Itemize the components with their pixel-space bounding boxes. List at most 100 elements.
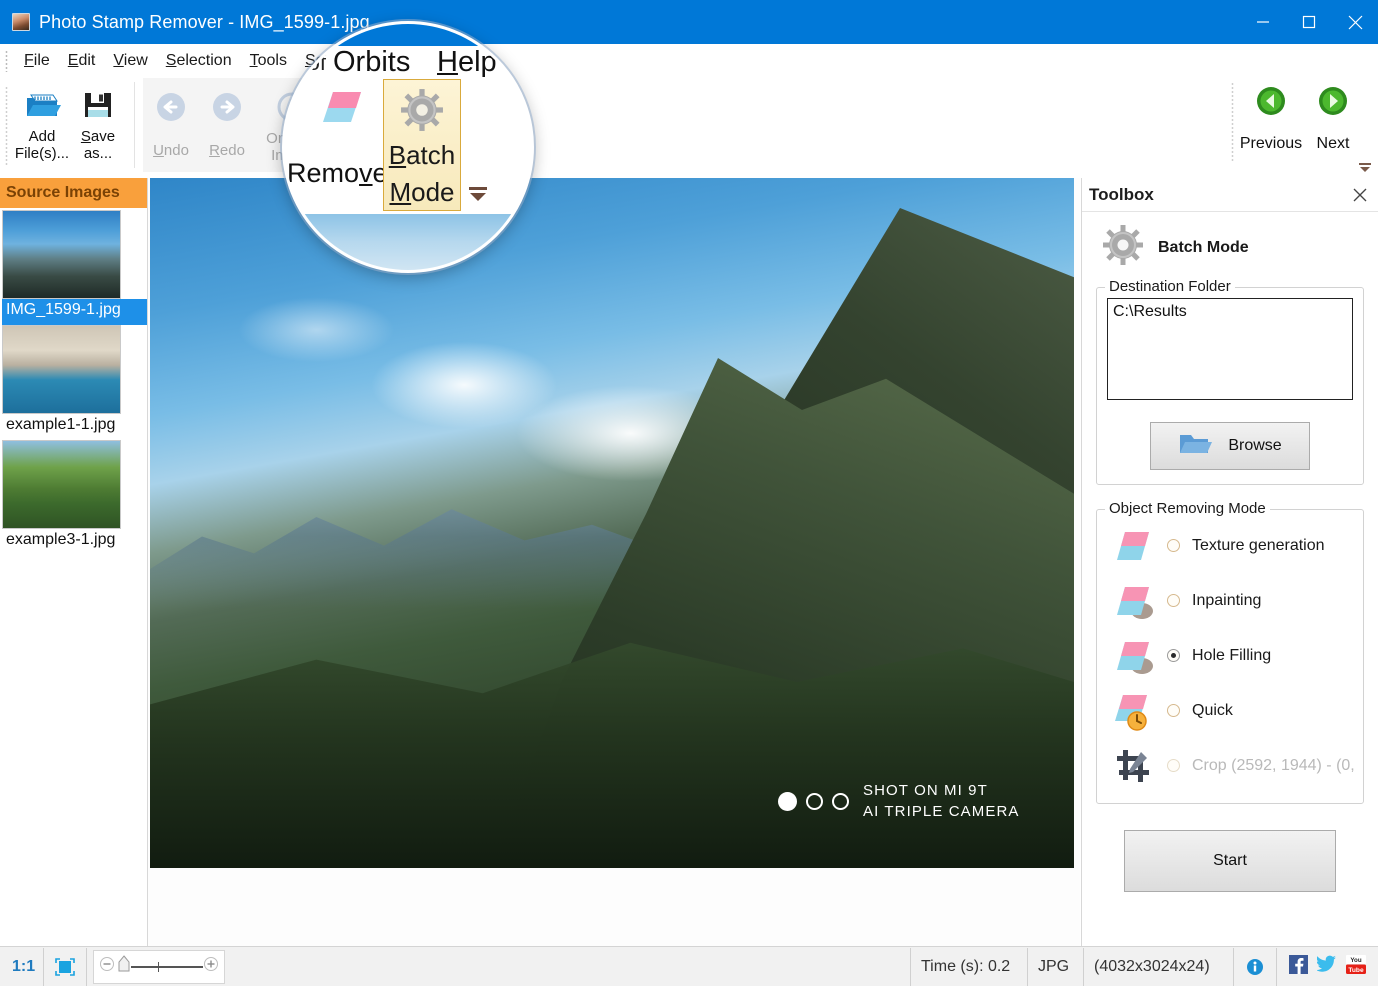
zoom-out-icon[interactable] <box>99 956 115 977</box>
destination-folder-input[interactable] <box>1107 298 1353 400</box>
next-button[interactable]: Next <box>1302 80 1364 153</box>
title-bar: Photo Stamp Remover - IMG_1599-1.jpg <box>0 0 1378 44</box>
gear-icon <box>400 88 444 137</box>
menu-view[interactable]: View <box>104 50 156 72</box>
start-button[interactable]: Start <box>1124 830 1336 892</box>
radio-texture-generation[interactable] <box>1167 539 1180 552</box>
save-as-button[interactable]: Save as... <box>70 78 126 170</box>
dropdown-arrow-icon[interactable] <box>467 184 489 209</box>
mode-accel: M <box>389 177 412 207</box>
info-icon[interactable] <box>1234 947 1277 986</box>
preview-image[interactable]: SHOT ON MI 9T AI TRIPLE CAMERA <box>150 178 1074 868</box>
nav-grip[interactable] <box>1231 82 1234 162</box>
toolbar-overflow-icon[interactable] <box>1358 160 1372 174</box>
menu-file[interactable]: File <box>15 50 59 72</box>
menu-selection[interactable]: Selection <box>157 50 241 72</box>
mode-option-inpainting[interactable]: Inpainting <box>1105 573 1355 628</box>
list-item[interactable]: example3-1.jpg <box>2 440 147 555</box>
gear-icon <box>1102 224 1144 271</box>
image-canvas-area[interactable]: SHOT ON MI 9T AI TRIPLE CAMERA <box>148 178 1080 946</box>
list-item[interactable]: IMG_1599-1.jpg <box>2 210 147 325</box>
radio-inpainting[interactable] <box>1167 594 1180 607</box>
destination-folder-group: Destination Folder Browse <box>1096 278 1364 485</box>
object-removing-mode-group: Object Removing Mode Texture generation <box>1096 500 1364 804</box>
batch-label-line1: atch <box>406 140 456 170</box>
list-item[interactable]: example1-1.jpg <box>2 325 147 440</box>
magnified-remove-accel: v <box>359 158 373 188</box>
magnified-menu-orbits[interactable]: Orbits <box>333 46 410 79</box>
mode-option-hole-filling[interactable]: Hole Filling <box>1105 628 1355 683</box>
radio-crop <box>1167 759 1180 772</box>
redo-label: edo <box>219 142 245 159</box>
menu-file-label: ile <box>33 52 50 69</box>
save-as-accel: S <box>80 128 91 145</box>
folder-icon <box>1178 431 1213 462</box>
zoom-slider-handle[interactable] <box>117 955 131 978</box>
batch-label-line2: ode <box>411 177 455 207</box>
twitter-icon[interactable] <box>1315 955 1337 978</box>
thumbnail-label[interactable]: IMG_1599-1.jpg <box>2 299 147 325</box>
menu-selection-label: election <box>176 52 232 69</box>
watermark-line1: SHOT ON MI 9T <box>863 782 988 799</box>
camera-dot <box>806 792 823 810</box>
mode-label: Hole Filling <box>1192 646 1272 664</box>
menu-edit-accel: E <box>67 52 79 69</box>
zoom-in-icon[interactable] <box>203 956 219 977</box>
application-window: Photo Stamp Remover - IMG_1599-1.jpg Fil… <box>0 0 1378 986</box>
radio-quick[interactable] <box>1167 704 1180 717</box>
redo-arrow-icon <box>210 86 244 128</box>
magnified-titlebar <box>285 24 531 46</box>
menu-grip[interactable] <box>5 50 8 72</box>
magnified-menu-help[interactable]: Help <box>437 46 497 79</box>
next-label: Next <box>1316 135 1350 152</box>
add-files-button[interactable]: Add File(s)... <box>14 78 70 170</box>
close-icon[interactable] <box>1352 187 1368 203</box>
maximize-icon[interactable] <box>1286 0 1332 44</box>
start-label: Start <box>1213 852 1247 869</box>
window-controls <box>1240 0 1378 44</box>
menu-edit[interactable]: Edit <box>59 50 105 72</box>
menu-view-label: iew <box>123 52 148 69</box>
svg-text:Tube: Tube <box>1348 967 1364 974</box>
undo-button: Undo <box>143 80 199 172</box>
status-bar: 1:1 Time (s): 0.2 JPG (4032x3024x24) You… <box>0 946 1378 986</box>
next-green-arrow-icon <box>1318 86 1348 121</box>
mountain-thumbnail[interactable] <box>2 210 121 299</box>
fortress-garden-thumbnail[interactable] <box>2 440 121 529</box>
menu-file-accel: F <box>24 52 34 69</box>
zoom-ratio-label[interactable]: 1:1 <box>0 958 43 976</box>
save-icon <box>83 84 113 126</box>
toolbar-grip[interactable] <box>5 86 8 166</box>
undo-arrow-icon <box>154 86 188 128</box>
toolbox-mode-title: Batch Mode <box>1158 238 1249 256</box>
mode-option-texture-generation[interactable]: Texture generation <box>1105 518 1355 573</box>
magnified-remove-label[interactable]: Remove <box>287 158 388 189</box>
coastal-rocks-thumbnail[interactable] <box>2 325 121 414</box>
menu-bar: File Edit View Selection Tools SoftOrbit… <box>0 44 1378 78</box>
source-images-panel: Source Images IMG_1599-1.jpg example1-1.… <box>0 178 148 946</box>
magnified-menu-softorbits-prefix[interactable]: Sof <box>293 50 326 76</box>
zoom-slider[interactable] <box>93 949 226 984</box>
mode-label: Texture generation <box>1192 536 1325 554</box>
browse-button[interactable]: Browse <box>1150 422 1310 470</box>
social-links: You Tube <box>1277 954 1378 979</box>
thumbnail-label[interactable]: example3-1.jpg <box>2 529 147 555</box>
close-icon[interactable] <box>1332 0 1378 44</box>
toolbox-header: Toolbox <box>1082 178 1378 212</box>
add-files-icon <box>23 84 61 126</box>
minimize-icon[interactable] <box>1240 0 1286 44</box>
object-removing-mode-legend: Object Removing Mode <box>1105 500 1270 517</box>
svg-text:You: You <box>1350 957 1361 964</box>
mode-option-quick[interactable]: Quick <box>1105 683 1355 738</box>
mode-label: Quick <box>1192 701 1233 719</box>
youtube-icon[interactable]: You Tube <box>1346 954 1366 979</box>
radio-hole-filling[interactable] <box>1167 649 1180 662</box>
facebook-icon[interactable] <box>1289 954 1308 979</box>
magnified-help-accel: H <box>437 46 458 78</box>
menu-tools-label: ools <box>257 52 287 69</box>
fit-to-window-icon[interactable] <box>43 947 88 986</box>
batch-mode-button[interactable]: Batch Mode <box>383 79 461 211</box>
add-files-label-line1: Add <box>28 128 56 145</box>
thumbnail-label[interactable]: example1-1.jpg <box>2 414 147 440</box>
previous-button[interactable]: Previous <box>1240 80 1302 153</box>
